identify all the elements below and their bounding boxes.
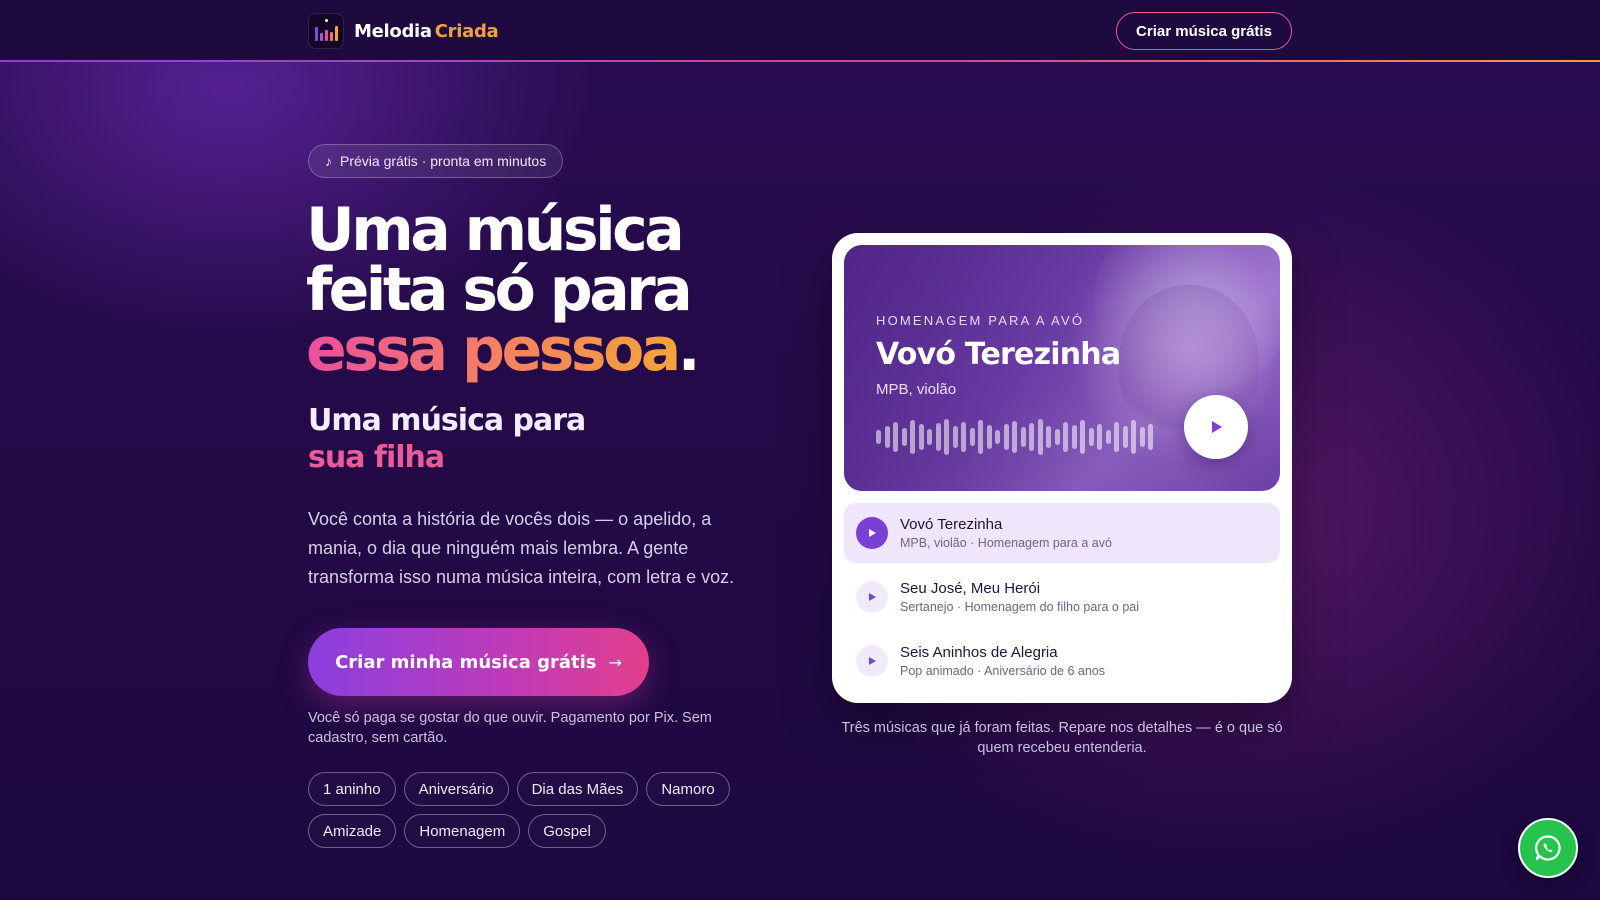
occasion-tag[interactable]: 1 aninho [308, 772, 396, 806]
waveform-bar [986, 425, 992, 449]
waveform-bar [1148, 424, 1153, 450]
waveform-bar [944, 419, 949, 455]
occasion-tags: 1 aninho Aniversário Dia das Mães Namoro… [308, 772, 748, 848]
track-meta: Pop animado · Aniversário de 6 anos [900, 664, 1105, 678]
waveform-bar [1020, 427, 1026, 447]
headline-period: . [677, 315, 701, 385]
play-icon [869, 529, 876, 537]
track-title: Vovó Terezinha [900, 516, 1003, 533]
brand-name-part2: Criada [434, 20, 499, 42]
whatsapp-icon [1535, 835, 1561, 861]
play-icon [869, 657, 876, 665]
track-item[interactable]: Vovó Terezinha MPB, violão · Homenagem p… [844, 503, 1280, 563]
waveform-bar [969, 428, 975, 446]
hero-description: Você conta a história de vocês dois — o … [308, 509, 735, 587]
track-play-button[interactable] [856, 517, 888, 549]
waveform-bar [1071, 425, 1077, 449]
brand-name: Melodia Criada [354, 20, 499, 42]
track-meta: MPB, violão · Homenagem para a avó [900, 536, 1112, 550]
featured-song-title: Vovó Terezinha [876, 337, 1121, 372]
waveform-bar [1029, 423, 1034, 451]
create-my-song-label: Criar minha música grátis [335, 651, 597, 673]
sample-songs-card: Homenagem para a avó Vovó Terezinha MPB,… [832, 233, 1292, 703]
track-title: Seis Aninhos de Alegria [900, 644, 1058, 661]
brand-name-part1: Melodia [354, 20, 432, 42]
arrow-right-icon: → [608, 652, 622, 672]
waveform-bar [1054, 429, 1060, 445]
occasion-tag[interactable]: Dia das Mães [516, 772, 639, 806]
waveform-bar [961, 422, 966, 452]
occasion-tag[interactable]: Amizade [308, 814, 397, 848]
brand-logo[interactable]: Melodia Criada [308, 13, 499, 49]
waveform-bar [1063, 422, 1068, 452]
track-play-button[interactable] [856, 645, 888, 677]
track-item[interactable]: Seis Aninhos de Alegria Pop animado · An… [844, 631, 1280, 691]
waveform-bar [1046, 426, 1051, 448]
waveform-bar [995, 430, 1000, 444]
waveform-bar [1037, 419, 1043, 455]
waveform-bar [978, 420, 983, 454]
track-list: Vovó Terezinha MPB, violão · Homenagem p… [844, 503, 1280, 691]
waveform-bar [1131, 420, 1136, 454]
occasion-tag[interactable]: Gospel [528, 814, 606, 848]
occasion-tag[interactable]: Aniversário [403, 772, 509, 806]
waveform [876, 417, 1153, 457]
waveform-bar [884, 426, 890, 448]
samples-caption: Três músicas que já foram feitas. Repare… [841, 720, 1283, 756]
hero-headline: Uma música feita só para essa pessoa. [306, 200, 786, 380]
free-preview-badge-text: Prévia grátis · pronta em minutos [340, 153, 547, 169]
music-bars-icon [308, 13, 344, 49]
play-icon [869, 593, 876, 601]
hero-subheadline: Uma música para sua filha [308, 402, 768, 476]
track-play-button[interactable] [856, 581, 888, 613]
free-preview-badge: ♪ Prévia grátis · pronta em minutos [308, 144, 564, 178]
waveform-bar [1080, 420, 1085, 454]
track-item[interactable]: Seu José, Meu Herói Sertanejo · Homenage… [844, 567, 1280, 627]
waveform-bar [1105, 430, 1111, 444]
site-header: Melodia Criada Criar música grátis [0, 0, 1600, 62]
create-my-song-button[interactable]: Criar minha música grátis → [308, 628, 649, 696]
subhead-accent: sua filha [308, 440, 445, 475]
payment-note: Você só paga se gostar do que ouvir. Pag… [308, 710, 712, 746]
featured-song-panel: Homenagem para a avó Vovó Terezinha MPB,… [844, 245, 1280, 491]
waveform-bar [918, 424, 924, 450]
waveform-bar [1012, 421, 1017, 453]
subhead-line1: Uma música para [308, 403, 586, 438]
track-meta: Sertanejo · Homenagem do filho para o pa… [900, 600, 1140, 614]
waveform-bar [1114, 422, 1119, 452]
occasion-tag[interactable]: Homenagem [404, 814, 521, 848]
waveform-bar [876, 430, 881, 444]
play-icon [1212, 421, 1222, 433]
waveform-bar [1003, 424, 1009, 450]
music-note-icon: ♪ [325, 153, 332, 169]
track-title: Seu José, Meu Herói [900, 580, 1041, 597]
headline-accent: essa pessoa [306, 315, 681, 385]
waveform-bar [927, 429, 932, 445]
waveform-bar [952, 426, 958, 448]
waveform-bar [1097, 424, 1102, 450]
header-create-song-button[interactable]: Criar música grátis [1116, 12, 1292, 50]
waveform-bar [910, 420, 915, 454]
waveform-bar [893, 422, 898, 452]
waveform-bar [901, 428, 907, 446]
waveform-bar [1122, 426, 1128, 448]
waveform-bar [1139, 427, 1145, 447]
featured-song-occasion: Homenagem para a avó [876, 313, 1085, 328]
occasion-tag[interactable]: Namoro [646, 772, 730, 806]
whatsapp-button[interactable] [1518, 818, 1578, 878]
waveform-bar [1088, 428, 1094, 446]
waveform-bar [935, 423, 941, 451]
featured-song-genre: MPB, violão [876, 381, 957, 398]
featured-play-button[interactable] [1184, 395, 1248, 459]
